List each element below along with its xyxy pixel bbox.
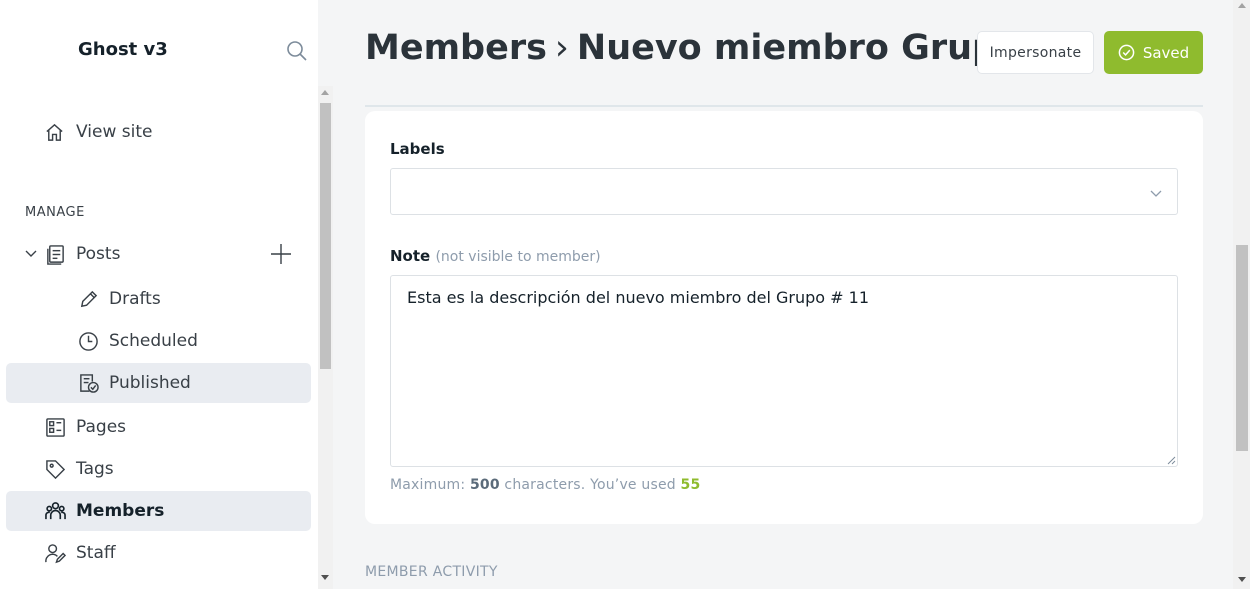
sidebar-item-published[interactable]: Published	[6, 363, 311, 403]
site-title[interactable]: Ghost v3	[78, 39, 168, 60]
sidebar-item-view-site[interactable]: View site	[6, 112, 311, 152]
member-activity-heading: MEMBER ACTIVITY	[365, 564, 498, 580]
member-details-card: Labels Note (not visible to member) Esta…	[365, 111, 1203, 524]
sidebar: Ghost v3 View site MANAGE Posts Drafts S…	[0, 0, 318, 589]
sidebar-item-scheduled[interactable]: Scheduled	[6, 321, 311, 361]
scroll-up-arrow-icon[interactable]	[321, 90, 329, 95]
sidebar-item-members[interactable]: Members	[6, 491, 311, 531]
note-title: Note	[390, 247, 431, 265]
search-icon[interactable]	[286, 40, 308, 62]
clock-icon	[79, 331, 98, 351]
main-scrollbar-thumb[interactable]	[1236, 245, 1248, 451]
sidebar-item-label: Tags	[76, 459, 114, 479]
resize-handle-icon[interactable]	[1166, 455, 1176, 465]
page-title: Members › Nuevo miembro Grupo #	[365, 28, 1063, 68]
sidebar-item-label: View site	[76, 122, 153, 142]
sidebar-item-label: Published	[109, 373, 191, 393]
note-text: Esta es la descripción del nuevo miembro…	[407, 288, 870, 307]
sidebar-item-label: Drafts	[109, 289, 161, 309]
check-circle-icon	[1118, 44, 1135, 61]
saved-label: Saved	[1142, 43, 1190, 62]
note-hint: (not visible to member)	[435, 249, 601, 265]
section-heading-manage: MANAGE	[25, 205, 85, 220]
scroll-down-arrow-icon[interactable]	[1238, 577, 1246, 582]
sidebar-item-label: Pages	[76, 417, 127, 437]
impersonate-button[interactable]: Impersonate	[977, 31, 1094, 74]
pages-icon	[46, 417, 65, 437]
chevron-down-icon	[1150, 190, 1162, 197]
plus-icon[interactable]	[270, 243, 292, 265]
note-character-counter: Maximum: 500 characters. You’ve used 55	[390, 477, 700, 493]
counter-prefix: Maximum:	[390, 477, 470, 493]
sidebar-scrollbar-thumb[interactable]	[320, 103, 331, 369]
scroll-up-arrow-icon[interactable]	[1238, 3, 1246, 8]
sidebar-item-staff[interactable]: Staff	[6, 533, 311, 573]
sidebar-item-drafts[interactable]: Drafts	[6, 279, 311, 319]
posts-icon	[47, 244, 64, 265]
sidebar-item-posts[interactable]: Posts	[6, 234, 256, 274]
sidebar-item-tags[interactable]: Tags	[6, 449, 311, 489]
published-icon	[80, 373, 99, 393]
tag-icon	[46, 459, 66, 479]
header-divider	[365, 105, 1203, 107]
saved-button[interactable]: Saved	[1104, 31, 1203, 74]
sidebar-item-label: Members	[76, 501, 165, 521]
members-icon	[45, 501, 66, 519]
note-textarea[interactable]: Esta es la descripción del nuevo miembro…	[390, 275, 1178, 467]
labels-title: Labels	[390, 140, 445, 158]
staff-icon	[45, 543, 66, 563]
counter-max: 500	[469, 477, 500, 493]
breadcrumb-root[interactable]: Members	[365, 28, 547, 68]
sidebar-item-label: Staff	[76, 543, 116, 563]
sidebar-item-label: Scheduled	[109, 331, 198, 351]
sidebar-item-pages[interactable]: Pages	[6, 407, 311, 447]
counter-used: 55	[680, 477, 701, 493]
note-title-row: Note (not visible to member)	[390, 247, 601, 265]
home-icon	[46, 123, 63, 141]
scroll-down-arrow-icon[interactable]	[321, 575, 329, 580]
counter-mid: characters. You’ve used	[499, 477, 681, 493]
breadcrumb-separator: ›	[554, 28, 569, 68]
labels-select[interactable]	[390, 168, 1178, 215]
sidebar-item-label: Posts	[76, 244, 121, 264]
pencil-icon	[80, 290, 98, 307]
